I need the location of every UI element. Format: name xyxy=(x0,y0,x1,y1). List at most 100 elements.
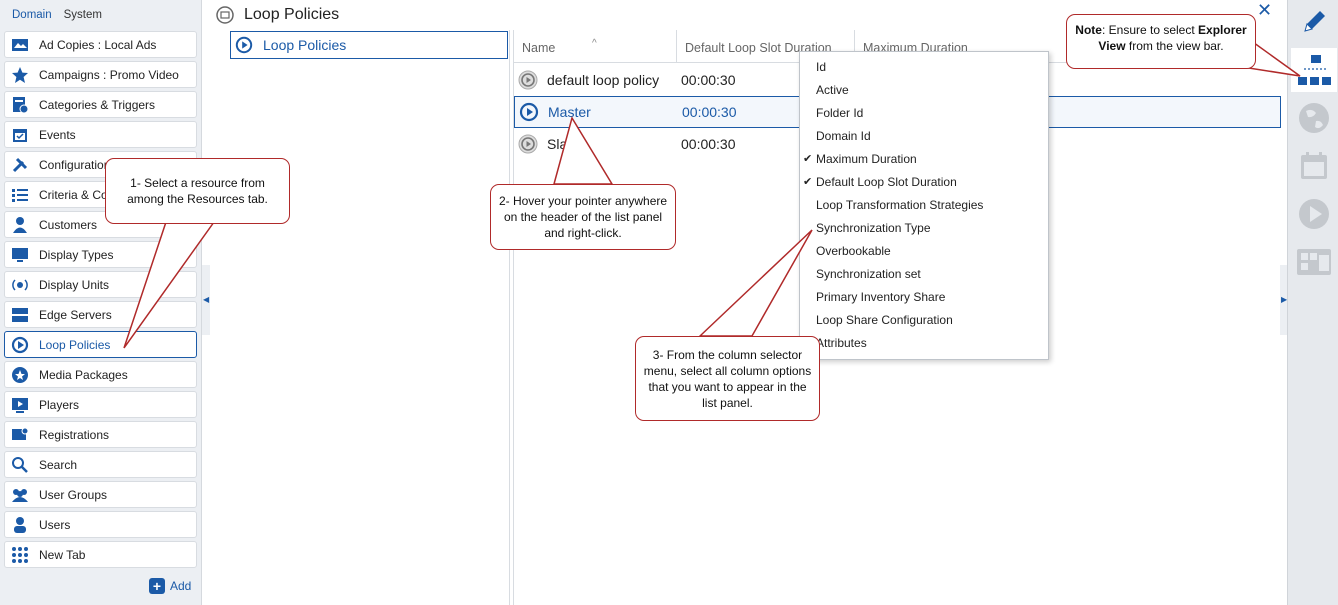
resource-item-label: Loop Policies xyxy=(39,337,111,352)
globe-view-button[interactable] xyxy=(1291,96,1337,140)
view-bar xyxy=(1287,0,1338,605)
add-button[interactable]: + Add xyxy=(149,576,191,596)
sort-arrow-icon: ^ xyxy=(592,38,597,49)
resource-item[interactable]: Campaigns : Promo Video xyxy=(4,61,197,88)
resource-item-label: Campaigns : Promo Video xyxy=(39,67,179,82)
checkmark-icon: ✔ xyxy=(803,153,813,165)
server-icon xyxy=(12,307,28,322)
left-collapse-handle[interactable]: ◀ xyxy=(202,265,210,335)
menu-item-column-option[interactable]: Folder Id xyxy=(800,102,1048,125)
resource-item-label: Categories & Triggers xyxy=(39,97,156,112)
menu-item-column-option[interactable]: Synchronization set xyxy=(800,263,1048,286)
resource-item[interactable]: Loop Policies xyxy=(4,331,197,358)
resource-item[interactable]: New Tab xyxy=(4,541,197,568)
media-packages-icon xyxy=(12,366,28,383)
player-icon xyxy=(12,397,28,413)
categories-icon xyxy=(13,96,29,113)
calendar-view-button[interactable] xyxy=(1291,144,1337,188)
resource-item[interactable]: Display Units xyxy=(4,271,197,298)
menu-item-column-option[interactable]: Active xyxy=(800,79,1048,102)
note-text-1: : Ensure to select xyxy=(1101,23,1199,37)
edit-icon xyxy=(1304,11,1325,32)
resource-item[interactable]: Edge Servers xyxy=(4,301,197,328)
column-header-name[interactable]: ^ Name xyxy=(514,30,677,63)
resource-item[interactable]: Ad Copies : Local Ads xyxy=(4,31,197,58)
resource-item-label: Configuration xyxy=(39,157,111,172)
row-name: Master xyxy=(548,104,591,120)
resource-item-label: New Tab xyxy=(39,547,86,562)
menu-item-column-option[interactable]: Loop Share Configuration xyxy=(800,309,1048,332)
menu-item-column-option[interactable]: Primary Inventory Share xyxy=(800,286,1048,309)
menu-item-label: Domain Id xyxy=(816,129,871,143)
column-selector-menu: Id Active Folder Id Domain Id ✔ Maximum Durat… xyxy=(799,51,1049,360)
tab-system[interactable]: System xyxy=(58,0,108,30)
menu-item-label: Synchronization Type xyxy=(816,221,931,235)
customer-icon xyxy=(13,216,27,233)
criteria-icon xyxy=(12,188,28,202)
callout-step3: 3- From the column selector menu, select… xyxy=(635,336,820,421)
display-types-icon xyxy=(12,247,28,262)
search-icon xyxy=(12,456,28,473)
menu-item-column-option[interactable]: ✔ Maximum Duration xyxy=(800,148,1048,171)
play-view-button[interactable] xyxy=(1291,192,1337,236)
resource-item-label: Search xyxy=(39,457,78,472)
plus-icon: + xyxy=(149,578,165,594)
resource-item[interactable]: Registrations xyxy=(4,421,197,448)
resource-item-label: Users xyxy=(39,517,71,532)
resource-item[interactable]: Search xyxy=(4,451,197,478)
menu-item-column-option[interactable]: Loop Transformation Strategies xyxy=(800,194,1048,217)
add-label: Add xyxy=(170,579,192,593)
menu-item-label: Synchronization set xyxy=(816,267,921,281)
resource-item-label: Registrations xyxy=(39,427,110,442)
tab-domain[interactable]: Domain xyxy=(6,0,58,30)
gallery-view-button[interactable] xyxy=(1291,240,1337,284)
resource-item[interactable]: Categories & Triggers xyxy=(4,91,197,118)
resource-item[interactable]: Users xyxy=(4,511,197,538)
menu-item-column-option[interactable]: Synchronization Type xyxy=(800,217,1048,240)
row-name: default loop policy xyxy=(547,72,660,88)
explorer-view-button[interactable] xyxy=(1291,48,1337,92)
menu-item-column-option[interactable]: Attributes xyxy=(800,332,1048,355)
tree-item-loop-policies[interactable]: Loop Policies xyxy=(230,31,508,59)
resource-item[interactable]: Events xyxy=(4,121,197,148)
resource-item[interactable]: Media Packages xyxy=(4,361,197,388)
menu-item-column-option[interactable]: ✔ Default Loop Slot Duration xyxy=(800,171,1048,194)
resource-item[interactable]: User Groups xyxy=(4,481,197,508)
resource-item[interactable]: Players xyxy=(4,391,197,418)
menu-item-column-option[interactable]: Overbookable xyxy=(800,240,1048,263)
globe-icon xyxy=(1299,103,1329,133)
right-collapse-handle[interactable]: ▶ xyxy=(1280,265,1287,335)
menu-item-label: Loop Transformation Strategies xyxy=(816,198,984,212)
callout-note: Note: Ensure to select Explorer View fro… xyxy=(1066,14,1256,69)
collapse-left-icon: ◀ xyxy=(203,295,210,304)
page-title: Loop Policies xyxy=(244,6,340,23)
loop-icon xyxy=(11,336,29,353)
loop-policy-icon xyxy=(519,102,539,122)
registration-icon xyxy=(12,427,29,440)
resource-item-label: Display Types xyxy=(39,247,114,262)
note-label: Note xyxy=(1075,23,1102,37)
grid-icon xyxy=(12,546,28,563)
resource-item-label: Ad Copies : Local Ads xyxy=(39,37,157,52)
checkmark-icon: ✔ xyxy=(803,176,813,188)
loop-icon xyxy=(235,36,253,54)
menu-item-column-option[interactable]: Id xyxy=(800,56,1048,79)
menu-item-label: Overbookable xyxy=(816,244,891,258)
menu-item-label: Active xyxy=(816,83,849,97)
edit-view-button[interactable] xyxy=(1291,0,1337,44)
menu-item-column-option[interactable]: Domain Id xyxy=(800,125,1048,148)
resource-item[interactable]: Display Types xyxy=(4,241,197,268)
folder-icon xyxy=(216,6,234,24)
star-icon xyxy=(12,66,28,83)
resource-item-label: Display Units xyxy=(39,277,110,292)
resource-item-label: Events xyxy=(39,127,76,142)
user-groups-icon xyxy=(12,488,28,502)
note-text-2: from the view bar. xyxy=(1125,39,1224,53)
resource-item-label: Edge Servers xyxy=(39,307,112,322)
close-icon[interactable]: ✕ xyxy=(1257,0,1272,21)
menu-item-label: Loop Share Configuration xyxy=(816,313,953,327)
row-name-cell: default loop policy xyxy=(514,70,679,90)
tools-icon xyxy=(12,157,28,172)
loop-policy-icon xyxy=(518,70,538,90)
resources-panel: Domain System Ad Copies : Local Ads Campa… xyxy=(0,0,202,605)
